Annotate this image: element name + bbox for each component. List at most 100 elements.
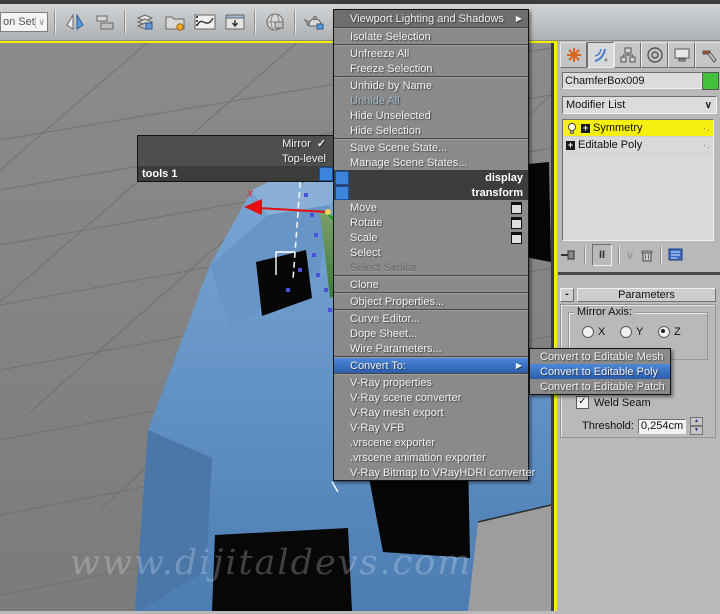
threshold-field[interactable]	[637, 418, 686, 434]
menu-item-manage-scene-states[interactable]: Manage Scene States...	[334, 155, 528, 170]
settings-icon[interactable]	[511, 216, 522, 229]
mirror-icon	[66, 13, 84, 30]
teapot-icon	[303, 16, 324, 30]
spinner-down-icon[interactable]: ▼	[689, 426, 703, 435]
scene-explorer-button[interactable]	[162, 9, 188, 35]
quad-corner-square[interactable]	[335, 171, 349, 185]
expand-icon[interactable]: +	[566, 140, 575, 150]
schematic-view-button[interactable]	[222, 9, 248, 35]
stack-item-symmetry[interactable]: + Symmetry ·.	[563, 120, 713, 137]
menu-item-select[interactable]: Select	[334, 245, 528, 260]
schematic-view-icon	[225, 14, 245, 30]
menu-item-vray-vfb[interactable]: V-Ray VFB	[334, 420, 528, 435]
settings-icon[interactable]	[511, 231, 522, 244]
trash-icon	[641, 250, 653, 261]
weld-seam-checkbox-row[interactable]: ✓ Weld Seam	[576, 396, 651, 409]
menu-item-rotate[interactable]: Rotate	[334, 215, 528, 230]
mirror-axis-label: Mirror Axis:	[574, 306, 635, 318]
checkbox-checked-icon[interactable]: ✓	[576, 396, 589, 409]
menu-item-unhide-by-name[interactable]: Unhide by Name	[334, 78, 528, 93]
modifier-stack: + Symmetry ·. + Editable Poly ·.	[562, 119, 714, 241]
menu-item-move[interactable]: Move	[334, 200, 528, 215]
object-name-field[interactable]	[562, 72, 702, 89]
tab-modify[interactable]	[587, 42, 614, 68]
modifier-list-dropdown[interactable]: Modifier List ∨	[562, 96, 717, 114]
menu-item-vray-bitmap-to-vrayhdri[interactable]: V-Ray Bitmap to VRayHDRI converter	[334, 465, 535, 480]
toolbar-separator	[124, 10, 126, 34]
active-viewport-border	[554, 40, 557, 611]
tab-display[interactable]	[668, 42, 695, 68]
modify-icon	[594, 48, 607, 62]
rendered-frame-button[interactable]	[302, 9, 328, 35]
menu-item-vray-scene-converter[interactable]: V-Ray scene converter	[334, 390, 528, 405]
panel-divider	[558, 272, 720, 275]
layer-manager-button[interactable]	[132, 9, 158, 35]
menu-item-unfreeze-all[interactable]: Unfreeze All	[334, 46, 528, 61]
menu-item-top-level[interactable]: Top-level	[138, 151, 334, 166]
spinner-up-icon[interactable]: ▲	[689, 417, 703, 426]
menu-item-vrscene-exporter[interactable]: .vrscene exporter	[334, 435, 528, 450]
quad-corner-square[interactable]	[335, 186, 349, 200]
threshold-spinner[interactable]: ▲ ▼	[689, 417, 703, 435]
mirror-button[interactable]	[62, 9, 88, 35]
parameters-rollout-header[interactable]: - Parameters	[560, 288, 716, 302]
stack-item-editable-poly[interactable]: + Editable Poly ·.	[563, 137, 713, 154]
menu-item-save-scene-state[interactable]: Save Scene State...	[334, 140, 528, 155]
configure-modifier-sets-button[interactable]	[668, 245, 684, 265]
weld-seam-label: Weld Seam	[594, 396, 651, 409]
submenu-item-convert-editable-poly[interactable]: Convert to Editable Poly	[530, 364, 670, 379]
align-button[interactable]	[92, 9, 118, 35]
menu-item-hide-unselected[interactable]: Hide Unselected	[334, 108, 528, 123]
menu-item-object-properties[interactable]: Object Properties...	[334, 294, 528, 309]
menu-item-freeze-selection[interactable]: Freeze Selection	[334, 61, 528, 76]
menu-item-vray-properties[interactable]: V-Ray properties	[334, 375, 528, 390]
pin-stack-button[interactable]	[560, 245, 578, 265]
tab-utilities[interactable]	[695, 42, 720, 68]
stack-item-label: Symmetry	[593, 122, 643, 134]
menu-item-hide-selection[interactable]: Hide Selection	[334, 123, 528, 138]
convert-to-submenu: Convert to Editable Mesh Convert to Edit…	[529, 348, 671, 395]
submenu-item-convert-editable-mesh[interactable]: Convert to Editable Mesh	[530, 349, 670, 364]
quad-bar-display[interactable]: display	[334, 170, 528, 185]
curve-editor-button[interactable]	[192, 9, 218, 35]
expand-icon[interactable]: +	[581, 123, 590, 133]
menu-item-viewport-lighting-and-shadows[interactable]: Viewport Lighting and Shadows ▶	[334, 10, 528, 27]
radio-axis-x[interactable]: X	[582, 326, 605, 338]
menu-item-convert-to[interactable]: Convert To: ▶	[334, 358, 528, 373]
tab-create[interactable]	[560, 42, 587, 68]
tab-hierarchy[interactable]	[614, 42, 641, 68]
quad-bar-transform[interactable]: transform	[334, 185, 528, 200]
submenu-item-convert-editable-patch[interactable]: Convert to Editable Patch	[530, 379, 670, 394]
utilities-icon	[702, 50, 717, 63]
quad-bar-tools1[interactable]: tools 1	[138, 166, 334, 181]
menu-item-vrscene-animation-exporter[interactable]: .vrscene animation exporter	[334, 450, 528, 465]
rollout-title[interactable]: Parameters	[577, 288, 716, 302]
tab-motion[interactable]	[641, 42, 668, 68]
toolbar-separator	[618, 246, 620, 264]
render-setup-button[interactable]	[262, 9, 288, 35]
toolbar-separator	[54, 10, 56, 34]
make-unique-button[interactable]: ∨	[626, 245, 634, 265]
modifier-list-label: Modifier List	[566, 99, 626, 111]
menu-item-isolate-selection[interactable]: Isolate Selection	[334, 29, 528, 44]
menu-item-curve-editor[interactable]: Curve Editor...	[334, 311, 528, 326]
object-color-swatch[interactable]	[702, 72, 719, 90]
selection-set-dropdown[interactable]: on Set ∨	[0, 12, 48, 32]
collapse-icon[interactable]: -	[560, 288, 574, 302]
menu-item-unhide-all[interactable]: Unhide All	[334, 93, 528, 108]
quad-corner-square[interactable]	[319, 167, 333, 181]
lightbulb-icon[interactable]	[566, 122, 578, 135]
remove-modifier-button[interactable]	[640, 245, 654, 265]
radio-axis-y[interactable]: Y	[620, 326, 643, 338]
menu-item-dope-sheet[interactable]: Dope Sheet...	[334, 326, 528, 341]
radio-axis-z[interactable]: Z	[658, 326, 681, 338]
menu-item-vray-mesh-export[interactable]: V-Ray mesh export	[334, 405, 528, 420]
menu-item-wire-parameters[interactable]: Wire Parameters...	[334, 341, 528, 356]
menu-item-mirror[interactable]: Mirror ✓	[138, 136, 334, 151]
show-end-result-button[interactable]: II	[592, 244, 612, 266]
settings-icon[interactable]	[511, 201, 522, 214]
menu-item-scale[interactable]: Scale	[334, 230, 528, 245]
selection-set-value: on Set	[3, 16, 35, 28]
menu-item-clone[interactable]: Clone	[334, 277, 528, 292]
configure-icon	[668, 248, 683, 261]
